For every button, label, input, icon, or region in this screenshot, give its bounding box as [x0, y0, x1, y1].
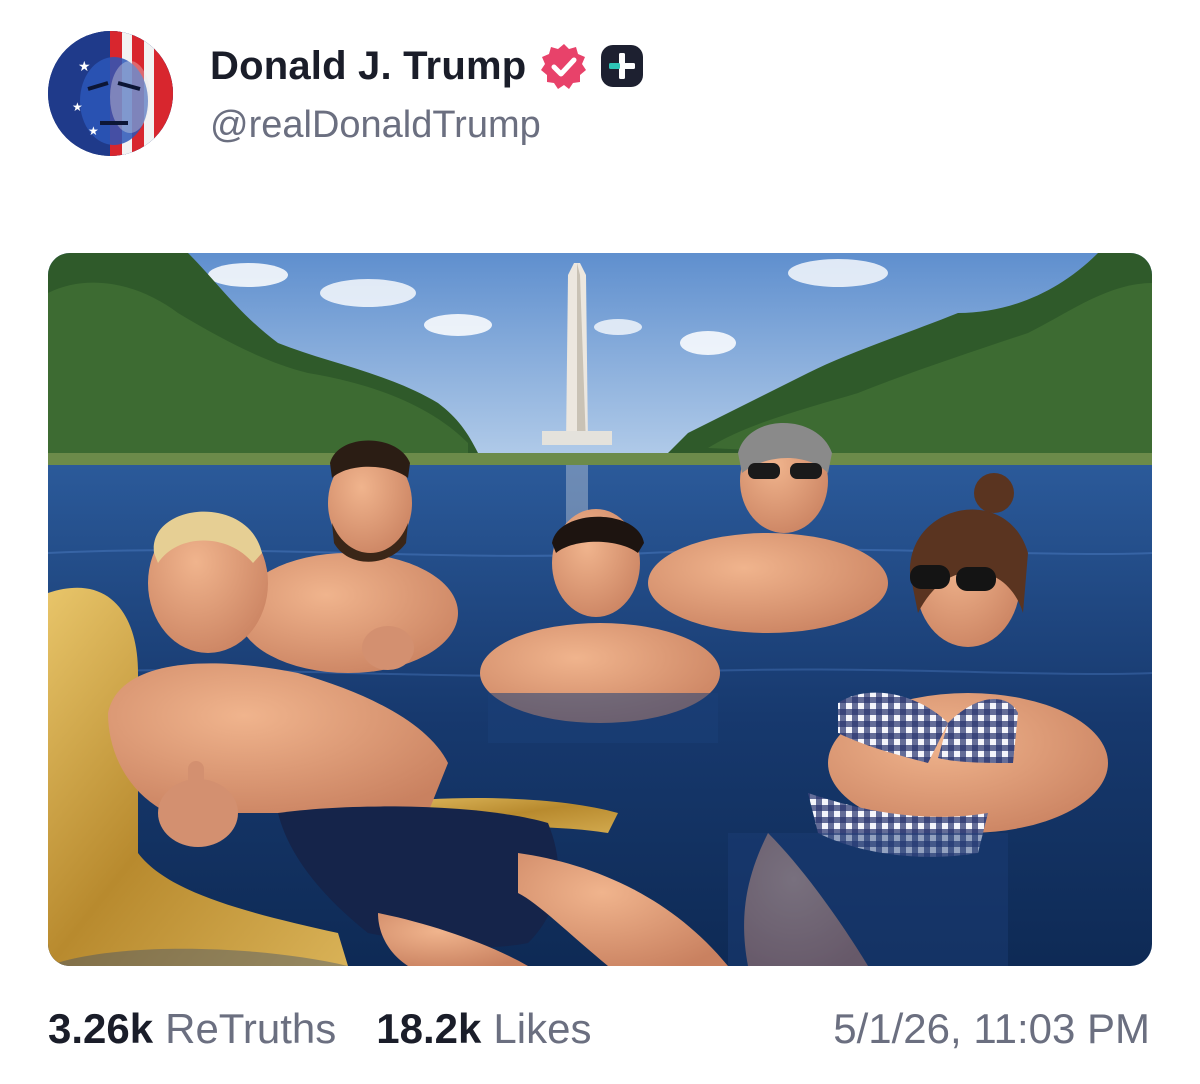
likes-label[interactable]: Likes [493, 1005, 591, 1053]
plus-badge-icon [601, 45, 644, 87]
pool-scene-illustration [48, 253, 1152, 966]
likes-count[interactable]: 18.2k [376, 1005, 481, 1053]
retruths-count[interactable]: 3.26k [48, 1005, 153, 1053]
flag-portrait-avatar: ★ ★ ★ [48, 31, 173, 156]
post-image[interactable] [48, 253, 1152, 966]
avatar[interactable]: ★ ★ ★ [48, 31, 173, 156]
verified-badge-icon [541, 44, 587, 89]
post-stats: 3.26k ReTruths 18.2k Likes [48, 1004, 591, 1054]
author-name-row: Donald J. Trump [210, 38, 644, 94]
display-name[interactable]: Donald J. Trump [210, 44, 526, 89]
author-handle[interactable]: @realDonaldTrump [210, 104, 541, 147]
svg-text:★: ★ [88, 124, 99, 138]
svg-text:★: ★ [72, 100, 83, 114]
retruths-label[interactable]: ReTruths [165, 1005, 336, 1053]
post-timestamp: 5/1/26, 11:03 PM [833, 1005, 1150, 1052]
svg-text:★: ★ [78, 58, 91, 74]
